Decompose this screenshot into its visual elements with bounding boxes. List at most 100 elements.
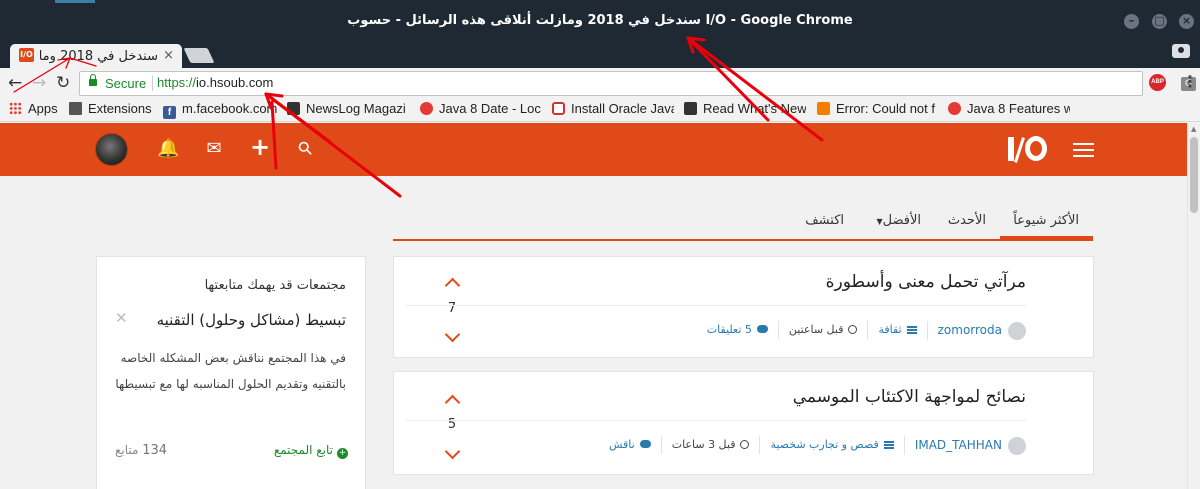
titlebar-accent <box>55 0 95 3</box>
downvote-icon[interactable] <box>444 329 460 345</box>
post-time: قبل 3 ساعات <box>660 436 760 455</box>
vote-column: 7 <box>394 257 474 357</box>
back-button[interactable]: ← <box>8 73 22 93</box>
java-icon <box>420 102 433 115</box>
list-icon <box>906 326 917 335</box>
post-category[interactable]: ثقافة <box>867 321 926 340</box>
post-meta: zomorroda ثقافة قبل ساعتين 5 تعليقات <box>697 321 1026 341</box>
downvote-icon[interactable] <box>444 446 460 462</box>
java-icon <box>948 102 961 115</box>
list-icon <box>883 441 894 450</box>
bookmark-facebook[interactable]: f m.facebook.com <box>163 101 283 119</box>
bookmark-install-oracle[interactable]: Install Oracle Java <box>552 101 674 119</box>
bookmark-read-whats-new[interactable]: Read What's New <box>684 101 806 119</box>
bookmark-label: Error: Could not f <box>836 101 935 116</box>
followers-count: 134 متابع <box>115 443 167 458</box>
followers-label: متابع <box>115 443 139 457</box>
suggested-communities-card: مجتمعات قد يهمك متابعتها تبسيط (مشاكل وح… <box>96 256 366 489</box>
bookmark-label: Apps <box>28 101 58 116</box>
post-author[interactable]: zomorroda <box>926 321 1026 340</box>
plus-icon[interactable]: + <box>249 135 271 159</box>
search-icon[interactable]: ⚲ <box>290 133 321 164</box>
divider <box>406 420 1026 421</box>
bookmark-label: Java 8 Features w <box>967 101 1070 116</box>
followers-number: 134 <box>142 443 168 458</box>
bookmark-label: m.facebook.com <box>182 101 278 116</box>
upvote-icon[interactable] <box>444 275 460 291</box>
tab-discover[interactable]: اكتشف <box>805 213 844 228</box>
dismiss-icon[interactable]: ✕ <box>115 309 128 327</box>
bookmark-label: Install Oracle Java <box>571 101 674 116</box>
bookmark-extensions[interactable]: Extensions <box>69 101 159 119</box>
close-window-button[interactable]: × <box>1179 14 1194 29</box>
site-favicon-icon: I/O <box>19 48 34 62</box>
post-category[interactable]: قصص و تجارب شخصية <box>759 436 903 455</box>
post-author[interactable]: IMAD_TAHHAN <box>903 436 1026 455</box>
tab-most-popular[interactable]: الأكثر شيوعاً <box>1013 213 1079 228</box>
blogger-icon <box>817 102 830 115</box>
minimize-button[interactable]: – <box>1124 14 1139 29</box>
time-label: قبل 3 ساعات <box>671 438 736 452</box>
upvote-icon[interactable] <box>444 392 460 408</box>
hamburger-menu-icon[interactable] <box>1073 143 1094 157</box>
post-comments[interactable]: 5 تعليقات <box>697 321 778 339</box>
lock-icon <box>89 74 97 86</box>
sidebar-heading: مجتمعات قد يهمك متابعتها <box>204 278 346 293</box>
bookmark-apps[interactable]: Apps <box>9 101 69 119</box>
page-scrollbar[interactable]: ▲ <box>1187 123 1200 489</box>
tab-close-icon[interactable]: × <box>163 48 174 63</box>
address-bar[interactable]: Secure https://io.hsoub.com G ☆ <box>79 71 1196 96</box>
post-time: قبل ساعتين <box>777 321 868 340</box>
tab-best-label: الأفضل <box>882 213 921 228</box>
scrollbar-thumb[interactable] <box>1190 137 1198 213</box>
post-score: 7 <box>447 301 457 316</box>
url-text[interactable]: https://io.hsoub.com <box>157 75 273 90</box>
vote-column: 5 <box>394 372 474 474</box>
post-title[interactable]: نصائح لمواجهة الاكتئاب الموسمي <box>793 387 1026 407</box>
tab-title: سندخل في 2018 ومازلت <box>40 49 158 64</box>
chrome-menu-icon[interactable]: ⋮ <box>1182 72 1198 91</box>
oracle-icon <box>552 102 565 115</box>
profile-icon[interactable] <box>1172 44 1190 58</box>
avatar[interactable] <box>95 133 128 166</box>
time-label: قبل ساعتين <box>788 323 844 337</box>
post-card: 5 نصائح لمواجهة الاكتئاب الموسمي IMAD_TA… <box>393 371 1094 475</box>
close-icon: × <box>1181 14 1192 27</box>
clock-icon <box>848 325 858 335</box>
community-name[interactable]: تبسيط (مشاكل وحلول) التقنيه <box>157 311 346 329</box>
divider <box>406 305 1026 306</box>
bookmark-java-features[interactable]: Java 8 Features w <box>948 101 1070 119</box>
bookmark-newslog[interactable]: NewsLog Magazi <box>287 101 411 119</box>
bell-icon[interactable]: 🔔 <box>157 138 179 160</box>
bookmark-label: Extensions <box>88 101 152 116</box>
post-comments[interactable]: ناقش <box>599 436 661 454</box>
tab-best[interactable]: الأفضل▼ <box>870 213 921 228</box>
logo-mark <box>1014 137 1025 163</box>
forward-button[interactable]: → <box>32 73 46 93</box>
maximize-button[interactable]: □ <box>1152 14 1167 29</box>
bookmark-java-date[interactable]: Java 8 Date - Loc <box>420 101 544 119</box>
scroll-up-icon[interactable]: ▲ <box>1191 125 1196 133</box>
follow-community-button[interactable]: + تابع المجتمع <box>274 443 348 459</box>
browser-toolbar: ← → ↻ Secure https://io.hsoub.com G ☆ AB… <box>0 68 1200 98</box>
facebook-icon: f <box>163 106 176 119</box>
adblock-icon[interactable]: ABP <box>1149 74 1166 91</box>
page-content: الأكثر شيوعاً الأحدث الأفضل▼ اكتشف مجتمع… <box>0 176 1187 489</box>
bookmarks-bar: Apps Extensions f m.facebook.com NewsLog … <box>0 98 1200 122</box>
comment-icon <box>756 325 768 334</box>
post-title[interactable]: مرآتي تحمل معنى وأسطورة <box>826 272 1026 292</box>
bookmark-error[interactable]: Error: Could not f <box>817 101 939 119</box>
newslog-icon <box>287 102 300 115</box>
browser-tab[interactable]: I/O سندخل في 2018 ومازلت × <box>10 44 182 70</box>
secure-label: Secure <box>105 76 147 91</box>
tab-newest[interactable]: الأحدث <box>948 213 986 228</box>
author-name: IMAD_TAHHAN <box>914 438 1002 452</box>
site-logo[interactable] <box>1008 135 1048 163</box>
window-title: سندخل في 2018 ومازلت أنلاقى هذه الرسائل … <box>347 13 853 28</box>
tab-strip: I/O سندخل في 2018 ومازلت × <box>0 42 1200 70</box>
reload-button[interactable]: ↻ <box>56 73 70 93</box>
sort-tabs: الأكثر شيوعاً الأحدث الأفضل▼ اكتشف <box>393 203 1093 241</box>
envelope-icon[interactable]: ✉ <box>203 138 225 160</box>
logo-mark <box>1025 136 1047 161</box>
site-header: 🔔 ✉ + ⚲ <box>0 123 1187 176</box>
